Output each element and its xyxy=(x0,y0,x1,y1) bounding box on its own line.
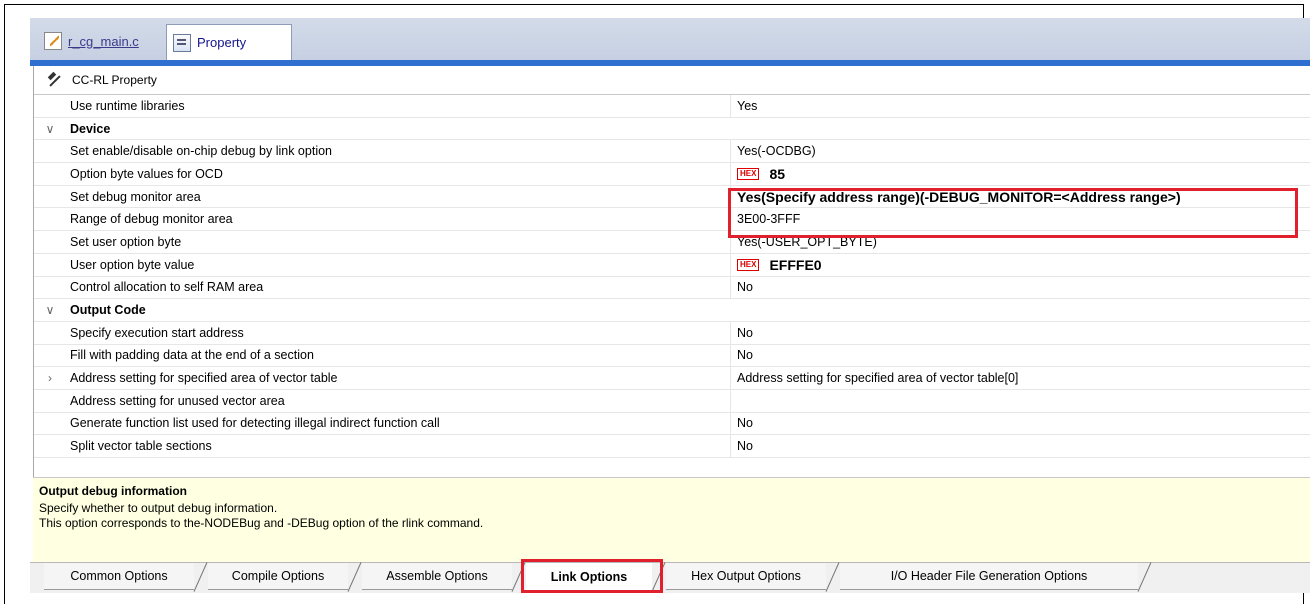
options-tab-bar: Common Options Compile Options Assemble … xyxy=(30,562,1310,593)
property-value-text: No xyxy=(737,416,753,431)
property-row[interactable]: Fill with padding data at the end of a s… xyxy=(34,344,1310,368)
highlight-box-link-options xyxy=(521,559,663,593)
property-name: Split vector table sections xyxy=(70,439,212,454)
property-grid: Use runtime libraries Yes ∨ Device Set enabl… xyxy=(34,95,1310,458)
hex-badge-icon: HEX xyxy=(737,167,760,180)
tab-r-cg-main[interactable]: r_cg_main.c xyxy=(38,26,168,56)
property-value[interactable] xyxy=(730,389,1310,412)
row-gutter xyxy=(34,140,66,162)
row-gutter xyxy=(34,390,66,412)
row-gutter xyxy=(34,231,66,253)
description-pane: Output debug information Specify whether… xyxy=(33,477,1310,562)
property-name: Set debug monitor area xyxy=(70,189,201,204)
row-gutter xyxy=(34,322,66,344)
property-row[interactable]: › Address setting for specified area of v… xyxy=(34,367,1310,390)
property-row[interactable]: User option byte value HEX EFFFE0 xyxy=(34,253,1310,277)
tab-hex-output-options[interactable]: Hex Output Options xyxy=(666,563,826,590)
property-row[interactable]: Generate function list used for detectin… xyxy=(34,412,1310,436)
property-value[interactable]: HEX EFFFE0 xyxy=(730,253,1310,276)
property-value-text: No xyxy=(737,325,753,340)
hammer-icon xyxy=(46,72,64,88)
property-name: Address setting for unused vector area xyxy=(70,393,285,408)
row-gutter xyxy=(34,435,66,457)
tab-common-options[interactable]: Common Options xyxy=(44,563,194,590)
property-value-text: Yes(-OCDBG) xyxy=(737,144,816,159)
property-value[interactable]: No xyxy=(730,412,1310,435)
property-name: Generate function list used for detectin… xyxy=(70,416,440,431)
property-value-text: EFFFE0 xyxy=(769,256,822,273)
chevron-right-icon[interactable]: › xyxy=(34,367,66,389)
property-value-text: No xyxy=(737,439,753,454)
description-line: This option corresponds to the-NODEBug a… xyxy=(39,516,484,530)
row-gutter xyxy=(34,163,66,185)
property-row[interactable]: Set enable/disable on-chip debug by link… xyxy=(34,140,1310,164)
property-icon xyxy=(173,33,191,52)
property-value[interactable]: No xyxy=(730,276,1310,299)
property-value[interactable]: No xyxy=(730,344,1310,367)
category-row[interactable]: ∨ Device xyxy=(34,117,1310,141)
row-gutter xyxy=(34,208,66,230)
property-name: Set user option byte xyxy=(70,234,182,249)
tab-compile-options[interactable]: Compile Options xyxy=(208,563,348,590)
row-gutter xyxy=(34,277,66,299)
property-value-text: 85 xyxy=(769,165,786,182)
property-name: Control allocation to self RAM area xyxy=(70,280,264,295)
tab-separator xyxy=(348,563,362,591)
tab-separator xyxy=(1138,563,1152,591)
tab-property[interactable]: Property xyxy=(166,24,292,60)
category-label: Output Code xyxy=(70,303,146,318)
hex-badge-icon: HEX xyxy=(737,258,760,271)
property-name: Fill with padding data at the end of a s… xyxy=(70,348,314,363)
description-line: Specify whether to output debug informat… xyxy=(39,501,278,515)
property-name: Set enable/disable on-chip debug by link… xyxy=(70,144,332,159)
c-file-icon xyxy=(44,32,62,50)
property-row[interactable]: Specify execution start address No xyxy=(34,321,1310,345)
property-value-text: Yes xyxy=(737,98,758,113)
property-value-text: No xyxy=(737,280,753,295)
property-name: Specify execution start address xyxy=(70,325,244,340)
highlight-box-debug-monitor xyxy=(728,188,1298,238)
description-title: Output debug information xyxy=(39,484,187,498)
panel-title-bar: CC-RL Property xyxy=(34,66,1310,95)
property-value[interactable]: Yes(-OCDBG) xyxy=(730,140,1310,163)
tab-separator xyxy=(194,563,208,591)
property-name: Address setting for specified area of ve… xyxy=(70,371,338,386)
property-row[interactable]: Address setting for unused vector area xyxy=(34,389,1310,413)
tab-io-header-options[interactable]: I/O Header File Generation Options xyxy=(840,563,1138,590)
property-row[interactable]: Option byte values for OCD HEX 85 xyxy=(34,163,1310,186)
row-gutter xyxy=(34,186,66,208)
property-value[interactable]: Yes xyxy=(730,95,1310,117)
property-value-text: Address setting for specified area of ve… xyxy=(737,371,1019,386)
chevron-down-icon[interactable]: ∨ xyxy=(34,299,66,321)
property-name: Option byte values for OCD xyxy=(70,166,223,181)
chevron-down-icon[interactable]: ∨ xyxy=(34,118,66,140)
property-row[interactable]: Control allocation to self RAM area No xyxy=(34,276,1310,300)
property-value[interactable]: Address setting for specified area of ve… xyxy=(730,367,1310,389)
tab-label: Property xyxy=(197,35,247,50)
property-value[interactable]: HEX 85 xyxy=(730,163,1310,185)
row-gutter xyxy=(34,95,66,117)
row-gutter xyxy=(34,254,66,276)
row-gutter xyxy=(34,413,66,435)
category-label: Device xyxy=(70,121,111,136)
property-name: Range of debug monitor area xyxy=(70,212,233,227)
property-value-text: No xyxy=(737,348,753,363)
property-name: User option byte value xyxy=(70,257,195,272)
row-gutter xyxy=(34,345,66,367)
property-row[interactable]: Use runtime libraries Yes xyxy=(34,95,1310,118)
property-name: Use runtime libraries xyxy=(70,98,185,113)
tab-assemble-options[interactable]: Assemble Options xyxy=(362,563,512,590)
editor-tab-bar: r_cg_main.c Property xyxy=(30,18,1310,60)
panel-title: CC-RL Property xyxy=(72,73,157,87)
property-row[interactable]: Split vector table sections No xyxy=(34,435,1310,458)
category-row[interactable]: ∨ Output Code xyxy=(34,299,1310,322)
property-value[interactable]: No xyxy=(730,321,1310,344)
tab-label: r_cg_main.c xyxy=(68,33,139,49)
property-value[interactable]: No xyxy=(730,435,1310,457)
tab-separator xyxy=(826,563,840,591)
